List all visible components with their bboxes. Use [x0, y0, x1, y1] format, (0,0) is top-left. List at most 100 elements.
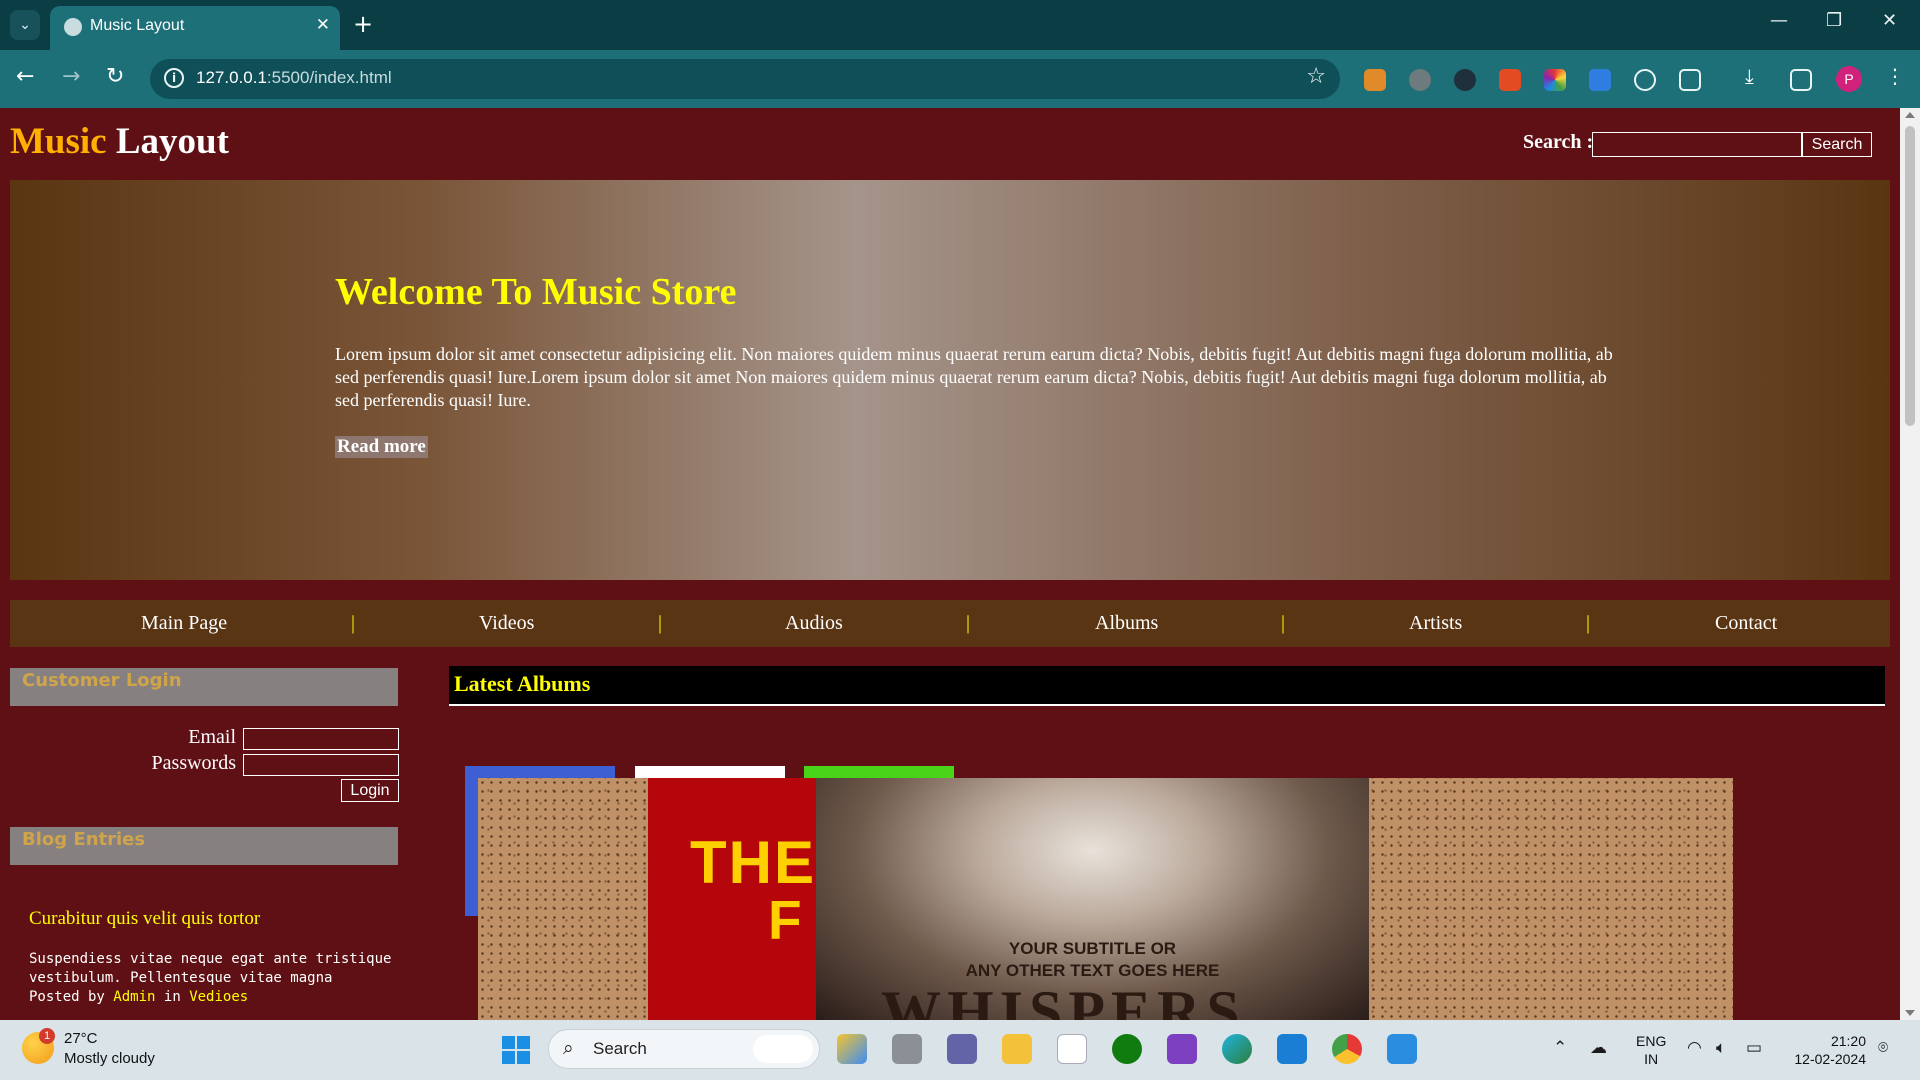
download-icon[interactable]: ⤓ — [1745, 64, 1754, 88]
email-label: Email — [188, 726, 236, 748]
color-picker-extension-icon[interactable] — [1544, 69, 1566, 91]
battery-icon[interactable]: ▭ — [1746, 1038, 1762, 1058]
edge-icon[interactable] — [1222, 1034, 1252, 1064]
browser-tab-bar: ⌄ Music Layout ✕ + — ❐ ✕ — [0, 0, 1920, 50]
album-cover-red[interactable]: THE F — [648, 778, 818, 1020]
language-indicator[interactable]: ENG IN — [1636, 1032, 1666, 1068]
teams-icon[interactable] — [947, 1034, 977, 1064]
wifi-icon[interactable]: ◠ — [1687, 1038, 1702, 1058]
email-field[interactable] — [243, 728, 399, 750]
chrome-icon[interactable] — [1332, 1034, 1362, 1064]
scroll-down-icon[interactable] — [1905, 1010, 1915, 1016]
address-bar[interactable]: i 127.0.0.1:5500/index.html ☆ — [150, 59, 1340, 99]
restore-icon[interactable]: ❐ — [1826, 10, 1842, 31]
read-more-link[interactable]: Read more — [335, 436, 428, 458]
nav-item-albums[interactable]: Albums — [1095, 612, 1158, 635]
globe-icon — [64, 18, 82, 36]
hero-title: Welcome To Music Store — [335, 271, 737, 313]
whispers-subtitle: YOUR SUBTITLE OR ANY OTHER TEXT GOES HER… — [965, 939, 1220, 980]
search-label: Search : — [1523, 131, 1594, 153]
notification-bell-icon[interactable]: ⌾ — [1878, 1038, 1888, 1058]
temperature: 27°C — [64, 1030, 98, 1047]
translate-extension-icon[interactable] — [1499, 69, 1521, 91]
red-cover-subtitle: F — [768, 889, 802, 951]
nav-separator: | — [351, 612, 356, 634]
windows-start-icon[interactable] — [502, 1036, 530, 1064]
blog-entries-heading: Blog Entries — [10, 827, 398, 865]
site-info-icon[interactable]: i — [164, 68, 184, 88]
search-input[interactable] — [1592, 132, 1802, 157]
record-extension-icon[interactable] — [1454, 69, 1476, 91]
nav-separator: | — [1586, 612, 1591, 634]
vscode-icon[interactable] — [1277, 1034, 1307, 1064]
nav-separator: | — [1281, 612, 1286, 634]
weather-condition: Mostly cloudy — [64, 1050, 155, 1067]
logo-music: Music — [10, 121, 107, 162]
kebab-menu-icon[interactable]: ⋮ — [1885, 64, 1905, 88]
nav-separator: | — [658, 612, 663, 634]
arrow-right-icon[interactable]: → — [62, 64, 80, 89]
logo-layout: Layout — [115, 121, 229, 162]
app-icon[interactable] — [1167, 1034, 1197, 1064]
chevron-down-icon[interactable]: ⌄ — [10, 10, 40, 40]
main-nav: Main Page | Videos | Audios | Albums | A… — [10, 600, 1890, 647]
scrollbar-thumb[interactable] — [1905, 126, 1915, 426]
album-cover-whispers[interactable]: YOUR SUBTITLE OR ANY OTHER TEXT GOES HER… — [816, 778, 1369, 1020]
metamask-extension-icon[interactable] — [1364, 69, 1386, 91]
search-button[interactable]: Search — [1802, 132, 1872, 157]
hero-banner: Welcome To Music Store Lorem ipsum dolor… — [10, 180, 1890, 580]
blog-category-link[interactable]: Vedioes — [189, 989, 248, 1005]
login-button[interactable]: Login — [341, 779, 399, 802]
copilot-icon[interactable] — [753, 1035, 813, 1063]
password-field[interactable] — [243, 754, 399, 776]
minimize-icon[interactable]: — — [1770, 10, 1788, 31]
window-close-icon[interactable]: ✕ — [1882, 10, 1897, 31]
taskbar-search[interactable]: ⌕ Search — [548, 1029, 820, 1069]
reload-icon[interactable]: ↻ — [106, 64, 124, 89]
windows-taskbar: 1 27°C Mostly cloudy ⌕ Search ⌃ ☁ ENG IN … — [0, 1020, 1920, 1080]
album-gallery: THE F YOUR SUBTITLE OR ANY OTHER TEXT GO… — [465, 766, 1735, 1020]
red-cover-title: THE — [690, 829, 816, 896]
search-icon: ⌕ — [563, 1037, 574, 1059]
onedrive-icon[interactable]: ☁ — [1590, 1038, 1607, 1058]
profile-avatar[interactable]: P — [1836, 66, 1862, 92]
browser-tab-active[interactable]: Music Layout ✕ — [50, 6, 340, 50]
nav-item-videos[interactable]: Videos — [479, 612, 534, 635]
widgets-app-icon[interactable] — [837, 1034, 867, 1064]
site-logo[interactable]: Music Layout — [10, 120, 229, 163]
blog-author-link[interactable]: Admin — [113, 989, 155, 1005]
nav-item-artists[interactable]: Artists — [1409, 612, 1462, 635]
task-view-icon[interactable] — [892, 1034, 922, 1064]
photos-icon[interactable] — [1387, 1034, 1417, 1064]
hero-text: Lorem ipsum dolor sit amet consectetur a… — [335, 344, 1613, 410]
web-page: Music Layout Search : Search Welcome To … — [0, 108, 1900, 1020]
xbox-icon[interactable] — [1112, 1034, 1142, 1064]
plus-icon[interactable]: + — [353, 10, 373, 38]
side-panel-icon[interactable] — [1790, 69, 1812, 91]
nav-item-audios[interactable]: Audios — [785, 612, 843, 635]
nav-item-main-page[interactable]: Main Page — [141, 612, 227, 635]
arrow-left-icon[interactable]: ← — [16, 64, 34, 89]
nav-item-contact[interactable]: Contact — [1715, 612, 1777, 635]
system-clock[interactable]: 21:20 12-02-2024 — [1786, 1032, 1866, 1068]
microsoft-store-icon[interactable] — [1057, 1034, 1087, 1064]
blog-entry-title[interactable]: Curabitur quis velit quis tortor — [29, 908, 260, 930]
in-label: in — [163, 989, 181, 1005]
blog-entry-text: Suspendiess vitae neque egat ante tristi… — [29, 950, 399, 1007]
extension-icon[interactable] — [1409, 69, 1431, 91]
page-scrollbar[interactable] — [1900, 108, 1920, 1020]
puzzle-extensions-icon[interactable] — [1679, 69, 1701, 91]
file-explorer-icon[interactable] — [1002, 1034, 1032, 1064]
whispers-title: WHISPERS — [881, 979, 1246, 1020]
scroll-up-icon[interactable] — [1905, 112, 1915, 118]
volume-icon[interactable]: 🔈︎ — [1716, 1038, 1726, 1058]
chevron-up-icon[interactable]: ⌃ — [1553, 1038, 1567, 1058]
latest-albums-heading: Latest Albums — [449, 666, 1885, 706]
star-icon[interactable]: ☆ — [1306, 64, 1326, 89]
close-icon[interactable]: ✕ — [316, 15, 330, 35]
react-devtools-icon[interactable] — [1634, 69, 1656, 91]
taskbar-search-placeholder: Search — [593, 1039, 647, 1058]
customer-login-heading: Customer Login — [10, 668, 398, 706]
blog-entry-body: Suspendiess vitae neque egat ante tristi… — [29, 951, 392, 986]
font-extension-icon[interactable] — [1589, 69, 1611, 91]
